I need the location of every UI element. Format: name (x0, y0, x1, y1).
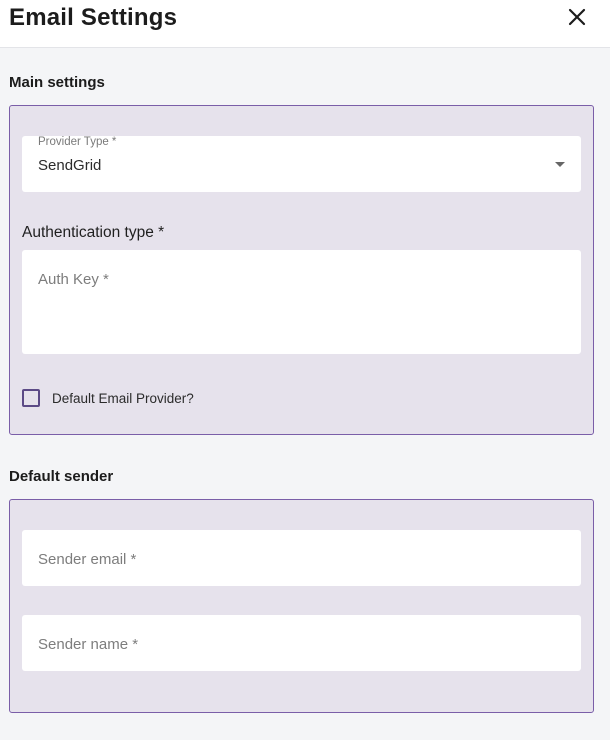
provider-type-value: SendGrid (38, 157, 102, 174)
sender-email-placeholder: Sender email * (38, 551, 137, 568)
close-icon (568, 8, 586, 26)
sender-name-placeholder: Sender name * (38, 636, 139, 653)
sender-email-field[interactable]: Sender email * (22, 530, 581, 586)
default-provider-label: Default Email Provider? (52, 390, 194, 406)
authentication-type-label: Authentication type * (22, 224, 165, 241)
default-provider-checkbox-row[interactable]: Default Email Provider? (22, 388, 194, 408)
provider-type-label: Provider Type * (38, 136, 117, 148)
dialog-header: Email Settings (0, 0, 610, 48)
provider-type-select[interactable]: Provider Type * SendGrid (22, 136, 581, 192)
page-title: Email Settings (9, 4, 178, 31)
default-sender-panel: Sender email * Sender name * (9, 499, 594, 713)
auth-key-field[interactable]: Auth Key * (22, 250, 581, 354)
sender-name-field[interactable]: Sender name * (22, 615, 581, 671)
main-settings-panel: Provider Type * SendGrid Authentication … (9, 105, 594, 435)
default-sender-heading: Default sender (9, 468, 114, 485)
default-provider-checkbox[interactable] (22, 389, 40, 407)
close-button[interactable] (566, 6, 588, 28)
dropdown-arrow-icon (555, 162, 565, 167)
auth-key-placeholder: Auth Key * (38, 271, 109, 288)
main-settings-heading: Main settings (9, 74, 105, 91)
